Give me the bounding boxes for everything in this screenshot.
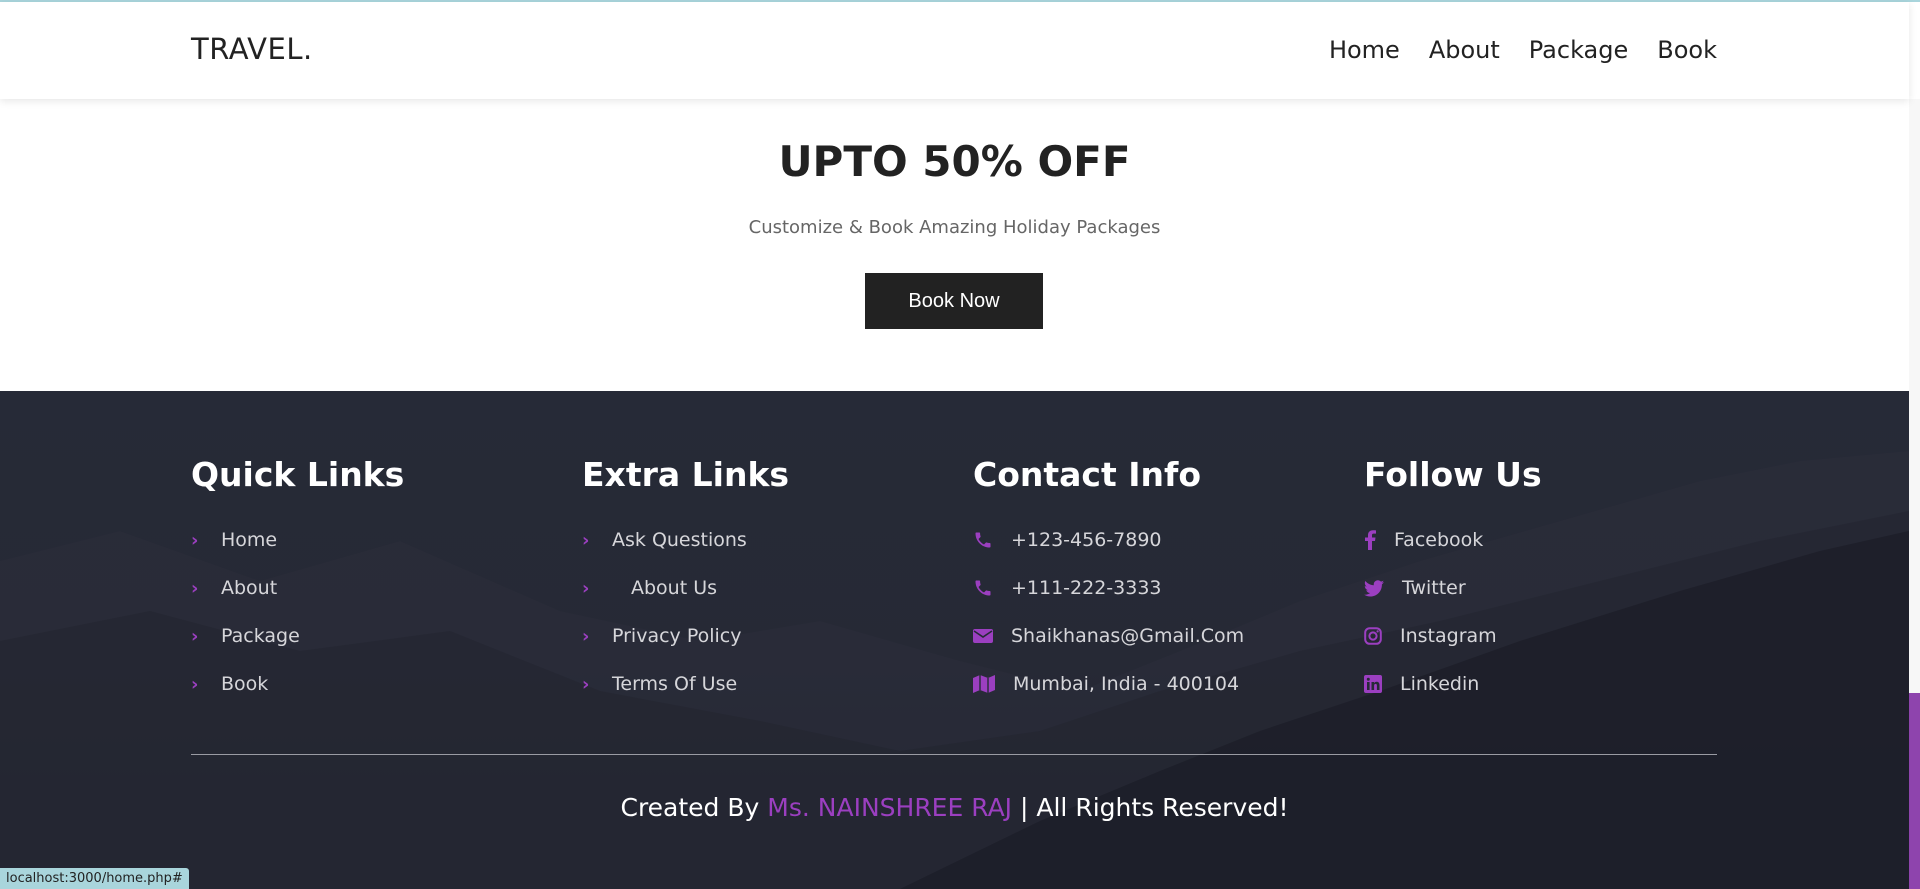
- instagram-link[interactable]: Instagram: [1400, 625, 1497, 647]
- contact-info-column: Contact Info +123-456-7890 +111-222-3333: [973, 455, 1333, 708]
- instagram-icon: [1364, 625, 1392, 647]
- promo-banner: UPTO 50% OFF Customize & Book Amazing Ho…: [0, 99, 1909, 391]
- phone-icon: [973, 529, 1003, 551]
- site-header: TRAVEL. Home About Package Book: [0, 2, 1909, 99]
- twitter-link[interactable]: Twitter: [1402, 577, 1466, 599]
- extra-links-column: Extra Links › Ask Questions › About Us › Pr…: [582, 455, 942, 708]
- twitter-icon: [1364, 577, 1394, 599]
- nav-package[interactable]: Package: [1529, 36, 1628, 64]
- list-item[interactable]: +123-456-7890: [973, 516, 1333, 564]
- chevron-right-icon: ›: [191, 577, 199, 599]
- envelope-icon: [973, 625, 1003, 647]
- list-item[interactable]: › Ask Questions: [582, 516, 942, 564]
- list-item[interactable]: › Package: [191, 612, 551, 660]
- list-item[interactable]: › Terms Of Use: [582, 660, 942, 708]
- promo-title: UPTO 50% OFF: [778, 137, 1131, 186]
- site-logo[interactable]: TRAVEL.: [191, 32, 313, 66]
- nav-about[interactable]: About: [1429, 36, 1500, 64]
- quick-links-title: Quick Links: [191, 455, 405, 494]
- follow-us-list: Facebook Twitter Instagram Linkedin: [1364, 516, 1724, 708]
- linkedin-link[interactable]: Linkedin: [1400, 673, 1479, 695]
- chevron-right-icon: ›: [582, 625, 590, 647]
- contact-email[interactable]: Shaikhanas@Gmail.Com: [1011, 625, 1244, 647]
- phone-icon: [973, 577, 1003, 599]
- footer-link[interactable]: Package: [221, 625, 300, 647]
- chevron-right-icon: ›: [582, 577, 590, 599]
- list-item[interactable]: › About Us: [582, 564, 942, 612]
- footer-link[interactable]: Privacy Policy: [612, 625, 741, 647]
- list-item[interactable]: › Home: [191, 516, 551, 564]
- promo-subtitle: Customize & Book Amazing Holiday Package…: [748, 217, 1161, 238]
- list-item[interactable]: Instagram: [1364, 612, 1724, 660]
- facebook-icon: [1364, 529, 1386, 551]
- list-item[interactable]: +111-222-3333: [973, 564, 1333, 612]
- list-item[interactable]: Facebook: [1364, 516, 1724, 564]
- chevron-right-icon: ›: [191, 625, 199, 647]
- extra-links-list: › Ask Questions › About Us › Privacy Policy…: [582, 516, 942, 708]
- contact-info-list: +123-456-7890 +111-222-3333 Shaikhanas@G…: [973, 516, 1333, 708]
- main-nav: Home About Package Book: [1329, 36, 1717, 64]
- footer-link[interactable]: Home: [221, 529, 277, 551]
- list-item[interactable]: › About: [191, 564, 551, 612]
- follow-us-title: Follow Us: [1364, 455, 1542, 494]
- contact-info-title: Contact Info: [973, 455, 1202, 494]
- chevron-right-icon: ›: [191, 529, 199, 551]
- nav-home[interactable]: Home: [1329, 36, 1400, 64]
- contact-phone-1[interactable]: +123-456-7890: [1011, 529, 1162, 551]
- book-now-button[interactable]: Book Now: [865, 273, 1043, 329]
- linkedin-icon: [1364, 673, 1392, 695]
- footer-link[interactable]: Terms Of Use: [612, 673, 737, 695]
- status-bar-url: localhost:3000/home.php#: [0, 868, 189, 889]
- nav-book[interactable]: Book: [1657, 36, 1717, 64]
- credit-author[interactable]: Ms. NAINSHREE RAJ: [767, 793, 1012, 822]
- footer-divider: [191, 754, 1717, 755]
- list-item[interactable]: › Book: [191, 660, 551, 708]
- contact-address[interactable]: Mumbai, India - 400104: [1013, 673, 1239, 695]
- page: TRAVEL. Home About Package Book UPTO 50%…: [0, 0, 1920, 889]
- credit-suffix: | All Rights Reserved!: [1020, 793, 1289, 822]
- footer-link[interactable]: About: [221, 577, 277, 599]
- list-item[interactable]: Mumbai, India - 400104: [973, 660, 1333, 708]
- chevron-right-icon: ›: [191, 673, 199, 695]
- scrollbar-thumb[interactable]: [1909, 693, 1920, 889]
- quick-links-column: Quick Links › Home › About › Package › Book: [191, 455, 551, 708]
- credit-prefix: Created By: [620, 793, 760, 822]
- chevron-right-icon: ›: [582, 673, 590, 695]
- list-item[interactable]: Linkedin: [1364, 660, 1724, 708]
- footer-link[interactable]: Book: [221, 673, 268, 695]
- footer-link[interactable]: Ask Questions: [612, 529, 747, 551]
- list-item[interactable]: › Privacy Policy: [582, 612, 942, 660]
- footer-credit: Created By Ms. NAINSHREE RAJ | All Right…: [0, 793, 1909, 822]
- quick-links-list: › Home › About › Package › Book: [191, 516, 551, 708]
- list-item[interactable]: Shaikhanas@Gmail.Com: [973, 612, 1333, 660]
- site-footer: Quick Links › Home › About › Package › Book …: [0, 391, 1909, 889]
- chevron-right-icon: ›: [582, 529, 590, 551]
- map-icon: [973, 673, 1005, 695]
- list-item[interactable]: Twitter: [1364, 564, 1724, 612]
- facebook-link[interactable]: Facebook: [1394, 529, 1483, 551]
- contact-phone-2[interactable]: +111-222-3333: [1011, 577, 1162, 599]
- follow-us-column: Follow Us Facebook Twitter Instagram Lin…: [1364, 455, 1724, 708]
- footer-link[interactable]: About Us: [631, 577, 717, 599]
- extra-links-title: Extra Links: [582, 455, 790, 494]
